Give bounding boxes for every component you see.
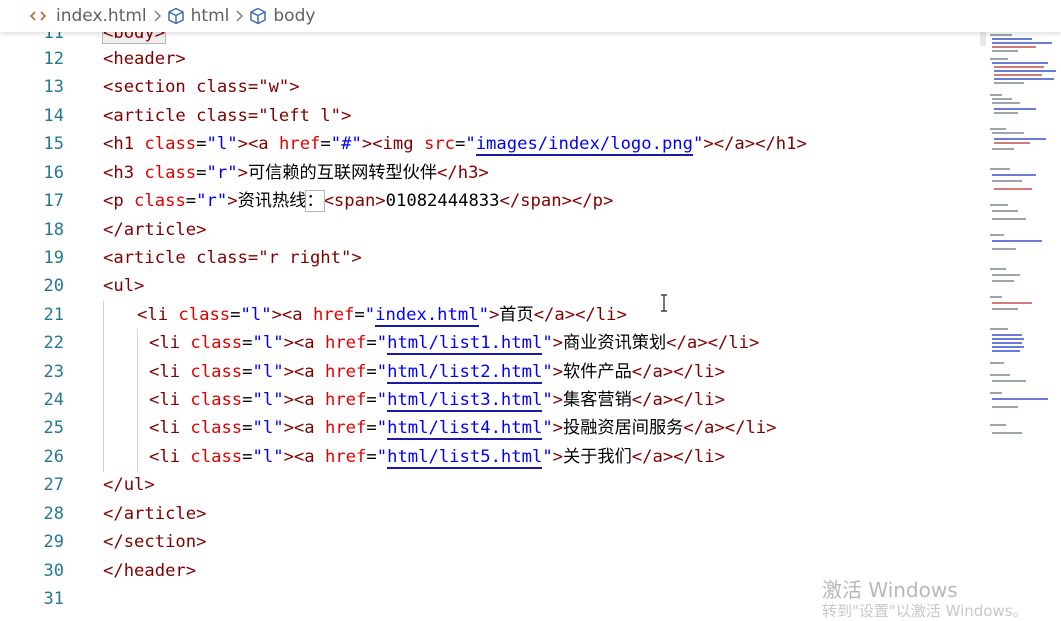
line-number: 16 [43, 163, 64, 183]
chevron-right-icon [153, 10, 161, 22]
code-line-25[interactable]: <li class="l"><a href="html/list4.html">… [149, 414, 777, 442]
indent-guide [137, 329, 138, 472]
line-number: 24 [43, 390, 64, 410]
p-label-text: 资讯热线 [237, 191, 307, 211]
code-line-21[interactable]: <li class="l"><a href="index.html">首页</a… [137, 301, 627, 329]
line-number: 25 [43, 418, 64, 438]
article-left-open-tag: <article class="left l"> [103, 106, 352, 126]
h1-class-value: l [216, 134, 228, 154]
phone-number: 01082444833 [385, 191, 500, 211]
code-editor[interactable]: 11 12 13 14 15 16 17 18 19 20 21 22 23 2… [0, 0, 985, 612]
header-close-tag: </header> [103, 561, 197, 581]
header-open-tag: <header> [103, 49, 186, 69]
ul-open-tag: <ul> [103, 276, 145, 296]
breadcrumb-html-label: html [190, 6, 230, 26]
text-cursor-icon [661, 294, 667, 312]
line-number: 26 [43, 447, 64, 467]
windows-activation-watermark: 激活 Windows [822, 578, 958, 602]
breadcrumb-file-label: index.html [56, 6, 147, 26]
cube-icon [167, 7, 185, 25]
nav-link-list1[interactable]: html/list1.html [387, 333, 543, 355]
nav-link-list5[interactable]: html/list5.html [387, 447, 543, 469]
line-number: 18 [43, 220, 64, 240]
nav-text-list5: 关于我们 [563, 447, 632, 467]
code-line-22[interactable]: <li class="l"><a href="html/list1.html">… [149, 329, 759, 357]
code-line-20[interactable]: <ul> [103, 272, 144, 300]
nav-text-home: 首页 [499, 305, 534, 325]
h3-text: 可信赖的互联网转型伙伴 [247, 163, 438, 183]
code-line-28[interactable]: </article> [103, 500, 206, 528]
h3-class-value: r [216, 163, 228, 183]
article-close-tag-2: </article> [103, 504, 207, 524]
nav-link-list3[interactable]: html/list3.html [387, 390, 543, 412]
line-number: 27 [43, 475, 64, 495]
breadcrumb-file[interactable]: index.html [30, 6, 147, 26]
line-number: 17 [43, 191, 64, 211]
ul-close-tag: </ul> [103, 475, 155, 495]
code-line-24[interactable]: <li class="l"><a href="html/list3.html">… [149, 386, 725, 414]
breadcrumb-body-label: body [273, 6, 316, 26]
line-number: 15 [43, 134, 64, 154]
nav-text-list2: 软件产品 [563, 362, 632, 382]
indent-guide [103, 301, 104, 472]
section-close-tag: </section> [103, 532, 207, 552]
nav-text-list4: 投融资居间服务 [563, 418, 684, 438]
code-line-29[interactable]: </section> [103, 528, 206, 556]
line-number: 13 [43, 77, 64, 97]
chevron-right-icon [235, 10, 244, 22]
section-open-tag: <section class="w"> [103, 77, 300, 97]
code-line-27[interactable]: </ul> [103, 471, 155, 499]
line-number: 22 [43, 333, 64, 353]
code-line-15[interactable]: <h1 class="l"><a href="#"><img src="imag… [103, 130, 807, 158]
minimap[interactable] [986, 28, 1061, 448]
nav-text-list1: 商业资讯策划 [563, 333, 667, 353]
code-line-30[interactable]: </header> [103, 557, 196, 585]
breadcrumb-html[interactable]: html [167, 6, 230, 26]
nav-text-list3: 集客营销 [563, 390, 632, 410]
h1-href-value: # [341, 134, 352, 154]
code-line-26[interactable]: <li class="l"><a href="html/list5.html">… [149, 443, 725, 471]
nav-link-list2[interactable]: html/list2.html [387, 362, 543, 384]
code-line-19[interactable]: <article class="r right"> [103, 244, 362, 272]
code-line-16[interactable]: <h3 class="r">可信赖的互联网转型伙伴</h3> [103, 159, 489, 187]
code-line-14[interactable]: <article class="left l"> [103, 102, 351, 130]
p-class-value: r [206, 191, 217, 211]
breadcrumb: index.html html body [0, 0, 1061, 32]
windows-activation-hint: 转到"设置"以激活 Windows。 [822, 602, 1028, 620]
line-number: 28 [43, 504, 64, 524]
code-line-17[interactable]: <p class="r">资讯热线：<span>01082444833</spa… [103, 187, 613, 215]
code-line-18[interactable]: </article> [103, 216, 206, 244]
code-brackets-icon [30, 10, 46, 22]
article-close-tag: </article> [103, 220, 207, 240]
line-number: 12 [43, 49, 64, 69]
line-number: 20 [43, 276, 64, 296]
line-number: 19 [43, 248, 64, 268]
code-line-12[interactable]: <header> [103, 45, 186, 73]
code-line-13[interactable]: <section class="w"> [103, 73, 300, 101]
nav-link-home[interactable]: index.html [375, 305, 479, 327]
code-line-23[interactable]: <li class="l"><a href="html/list2.html">… [149, 358, 725, 386]
cube-icon [249, 7, 267, 25]
nav-link-list4[interactable]: html/list4.html [387, 418, 543, 440]
line-number: 31 [43, 589, 64, 609]
breadcrumb-body[interactable]: body [249, 6, 315, 26]
logo-src-link[interactable]: images/index/logo.png [475, 134, 694, 156]
line-number: 21 [43, 305, 64, 325]
line-number: 23 [43, 362, 64, 382]
p-colon-text: ： [305, 190, 325, 212]
line-number: 29 [43, 532, 64, 552]
article-right-open-tag: <article class="r right"> [103, 248, 362, 268]
line-number: 30 [43, 561, 64, 581]
line-number: 14 [43, 106, 64, 126]
